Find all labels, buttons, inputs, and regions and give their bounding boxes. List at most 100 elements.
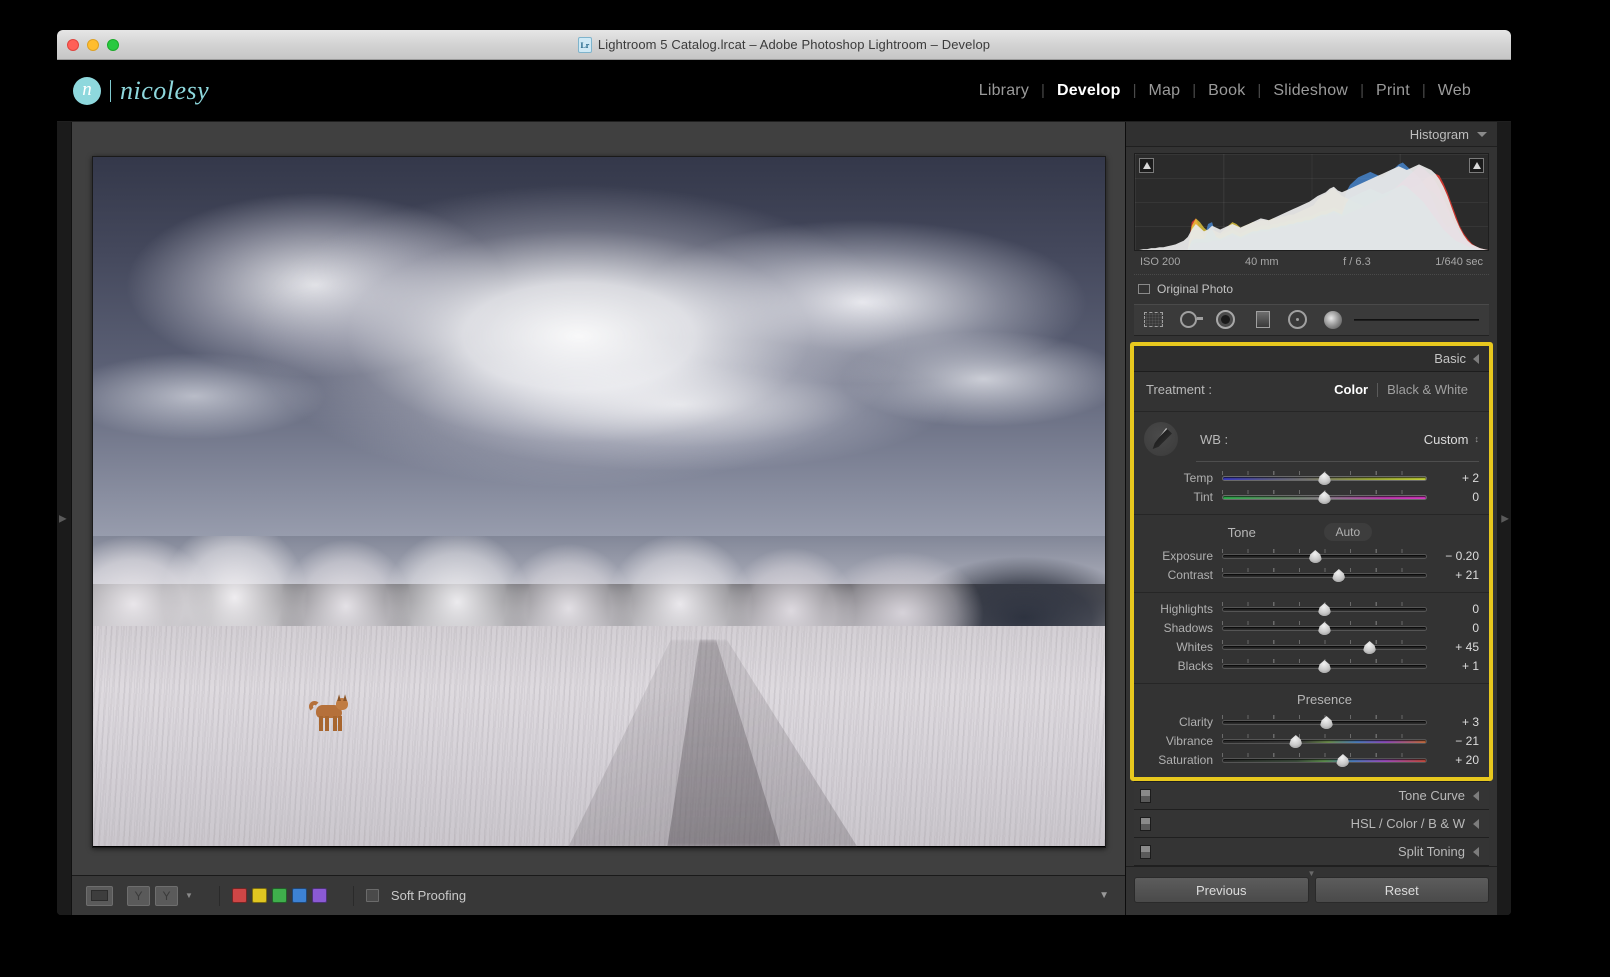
slider-value[interactable]: + 3 (1427, 715, 1479, 729)
slider-tint[interactable]: Tint 0 (1144, 487, 1479, 506)
panel-disclosure-icon[interactable] (1473, 819, 1479, 829)
loupe-view-button[interactable] (86, 886, 113, 906)
right-panel-toggle-arrow[interactable]: ▶ (1501, 513, 1509, 524)
shadow-clipping-indicator[interactable] (1139, 158, 1154, 173)
color-label-blue[interactable] (292, 888, 307, 903)
color-label-red[interactable] (232, 888, 247, 903)
slider-value[interactable]: 0 (1427, 621, 1479, 635)
white-balance-selector[interactable] (1144, 422, 1178, 456)
view-mode-group[interactable] (86, 886, 127, 906)
white-balance-chevron-updown-icon[interactable]: ↕ (1475, 434, 1480, 444)
zoom-button[interactable] (107, 39, 119, 51)
original-photo-row[interactable]: Original Photo (1134, 275, 1489, 304)
right-panel-scroll[interactable]: Histogram (1126, 122, 1497, 866)
panel-enable-switch[interactable] (1140, 817, 1151, 831)
slider-contrast[interactable]: Contrast + 21 (1144, 565, 1479, 584)
highlight-clipping-indicator[interactable] (1469, 158, 1484, 173)
slider-value[interactable]: + 1 (1427, 659, 1479, 673)
treatment-option-color[interactable]: Color (1325, 382, 1377, 397)
window-controls[interactable] (67, 39, 119, 51)
basic-panel-header[interactable]: Basic (1134, 346, 1489, 372)
before-after-chevron-down-icon[interactable]: ▼ (185, 891, 193, 900)
slider-track[interactable] (1222, 619, 1427, 636)
photo-preview[interactable] (92, 156, 1106, 848)
slider-track[interactable] (1222, 638, 1427, 655)
graduated-filter-tool[interactable] (1252, 309, 1274, 331)
minimize-button[interactable] (87, 39, 99, 51)
panel-tone-curve[interactable]: Tone Curve (1134, 781, 1489, 809)
color-label-purple[interactable] (312, 888, 327, 903)
original-photo-checkbox[interactable] (1138, 284, 1150, 294)
slider-shadows[interactable]: Shadows 0 (1144, 618, 1479, 637)
module-print[interactable]: Print (1364, 82, 1422, 100)
slider-value[interactable]: + 20 (1427, 753, 1479, 767)
color-label-group[interactable] (232, 888, 341, 903)
slider-saturation[interactable]: Saturation + 20 (1144, 750, 1479, 769)
slider-value[interactable]: + 45 (1427, 640, 1479, 654)
develop-tool-strip[interactable] (1134, 304, 1489, 336)
adjustment-brush-tool[interactable] (1324, 309, 1346, 331)
module-develop[interactable]: Develop (1045, 82, 1133, 100)
red-eye-correction-tool[interactable] (1216, 309, 1238, 331)
slider-value[interactable]: 0 (1427, 490, 1479, 504)
white-balance-value[interactable]: Custom (1424, 432, 1469, 447)
slider-value[interactable]: + 2 (1427, 471, 1479, 485)
identity-plate[interactable]: n nicolesy (73, 76, 209, 106)
slider-blacks[interactable]: Blacks + 1 (1144, 656, 1479, 675)
auto-tone-button[interactable]: Auto (1324, 523, 1373, 541)
slider-track[interactable] (1222, 751, 1427, 768)
slider-whites[interactable]: Whites + 45 (1144, 637, 1479, 656)
slider-track[interactable] (1222, 600, 1427, 617)
color-label-yellow[interactable] (252, 888, 267, 903)
slider-vibrance[interactable]: Vibrance − 21 (1144, 731, 1479, 750)
panel-disclosure-icon[interactable] (1473, 791, 1479, 801)
crop-overlay-tool[interactable] (1144, 309, 1166, 331)
close-button[interactable] (67, 39, 79, 51)
slider-track[interactable] (1222, 469, 1427, 486)
image-canvas[interactable] (72, 122, 1125, 875)
basic-panel-disclosure-icon[interactable] (1473, 354, 1479, 364)
left-panel-toggle-arrow[interactable]: ▶ (59, 513, 67, 524)
histogram-panel-header[interactable]: Histogram (1126, 122, 1497, 147)
slider-track[interactable] (1222, 547, 1427, 564)
slider-temp[interactable]: Temp + 2 (1144, 468, 1479, 487)
panel-scroll-chevron-down-icon[interactable]: ▼ (1308, 869, 1316, 878)
before-after-group[interactable]: Y Y ▼ (127, 886, 207, 906)
slider-highlights[interactable]: Highlights 0 (1144, 599, 1479, 618)
radial-filter-tool[interactable] (1288, 309, 1310, 331)
before-after-left-icon[interactable]: Y (127, 886, 150, 906)
panel-disclosure-icon[interactable] (1473, 847, 1479, 857)
module-library[interactable]: Library (967, 82, 1041, 100)
panel-hsl-color-bw[interactable]: HSL / Color / B & W (1134, 809, 1489, 837)
right-panel-collapsed-rail[interactable]: ▶ (1497, 122, 1511, 915)
soft-proofing-group[interactable]: Soft Proofing (366, 888, 480, 903)
module-book[interactable]: Book (1196, 82, 1257, 100)
module-map[interactable]: Map (1137, 82, 1193, 100)
panel-enable-switch[interactable] (1140, 845, 1151, 859)
slider-exposure[interactable]: Exposure − 0.20 (1144, 546, 1479, 565)
color-label-green[interactable] (272, 888, 287, 903)
slider-value[interactable]: − 0.20 (1427, 549, 1479, 563)
module-web[interactable]: Web (1426, 82, 1483, 100)
slider-clarity[interactable]: Clarity + 3 (1144, 712, 1479, 731)
left-panel-collapsed-rail[interactable]: ▶ (57, 122, 71, 915)
module-slideshow[interactable]: Slideshow (1261, 82, 1360, 100)
treatment-row[interactable]: Treatment : Color Black & White (1144, 378, 1479, 403)
slider-value[interactable]: 0 (1427, 602, 1479, 616)
treatment-option-black-and-white[interactable]: Black & White (1378, 382, 1477, 397)
soft-proofing-checkbox[interactable] (366, 889, 379, 902)
slider-track[interactable] (1222, 732, 1427, 749)
previous-button[interactable]: Previous (1134, 877, 1309, 903)
slider-track[interactable] (1222, 713, 1427, 730)
slider-track[interactable] (1222, 488, 1427, 505)
slider-value[interactable]: + 21 (1427, 568, 1479, 582)
reset-button[interactable]: Reset (1315, 877, 1490, 903)
white-balance-row[interactable]: WB : Custom ↕ (1144, 418, 1479, 458)
module-picker[interactable]: Library | Develop | Map | Book | Slidesh… (967, 82, 1483, 100)
slider-track[interactable] (1222, 566, 1427, 583)
slider-track[interactable] (1222, 657, 1427, 674)
histogram-chart[interactable] (1134, 153, 1489, 251)
before-after-right-icon[interactable]: Y (155, 886, 178, 906)
toolbar-overflow-chevron-down-icon[interactable]: ▼ (1099, 890, 1109, 901)
chevron-down-icon[interactable] (1477, 132, 1487, 137)
